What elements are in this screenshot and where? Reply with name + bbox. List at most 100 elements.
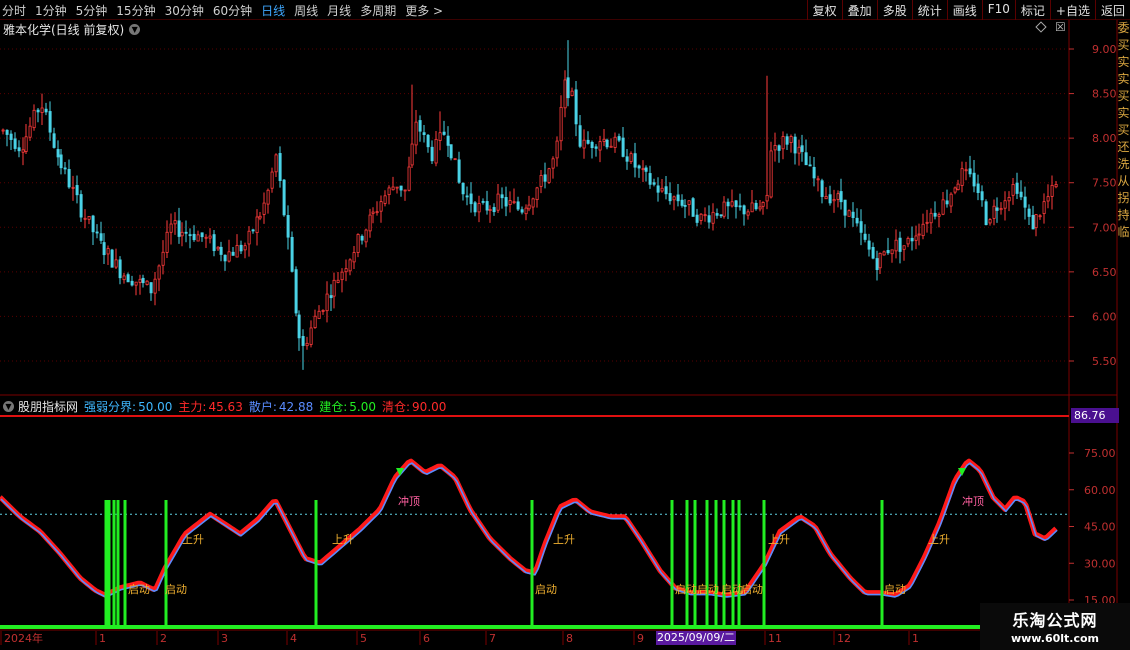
candle-body — [410, 143, 414, 166]
indicator-tick-label: 30.00 — [1084, 557, 1116, 570]
candle-body — [578, 125, 582, 147]
candle-body — [481, 201, 485, 203]
candle-body — [797, 146, 801, 154]
candle-body — [477, 203, 481, 213]
indicator-tick-label: 60.00 — [1084, 484, 1116, 497]
candle-body — [95, 231, 99, 234]
candle-body — [875, 258, 879, 270]
signal-label: 启动 — [741, 583, 763, 596]
candle-body — [929, 212, 933, 224]
candle-body — [348, 259, 352, 272]
candle-body — [804, 152, 808, 166]
signal-label: 上升 — [182, 533, 204, 546]
candle-body — [216, 246, 220, 250]
candle-body — [1003, 200, 1007, 209]
date-label: 11 — [768, 632, 782, 645]
side-strip-char: 拐 — [1117, 191, 1130, 205]
candle-body — [67, 169, 71, 188]
candle-body — [629, 153, 633, 162]
candle-body — [28, 125, 32, 138]
candle-body — [200, 232, 204, 238]
candle-body — [867, 240, 871, 250]
candle-body — [130, 280, 134, 286]
candle-body — [438, 132, 442, 141]
candle-body — [87, 215, 91, 220]
signal-label: 启动 — [884, 583, 906, 596]
date-label: 2024年 — [4, 631, 43, 645]
candle-body — [368, 214, 372, 232]
candle-body — [430, 146, 434, 162]
candle-body — [836, 193, 840, 200]
candle-body — [138, 278, 142, 283]
candle-body — [161, 251, 165, 266]
candle-body — [485, 201, 489, 211]
watermark-title: 乐淘公式网 — [1012, 611, 1098, 630]
candle-body — [859, 221, 863, 233]
candle-body — [356, 234, 360, 253]
candle-body — [91, 215, 95, 233]
candle-body — [9, 133, 13, 140]
candle-body — [1046, 196, 1050, 202]
candle-body — [118, 259, 122, 279]
candle-body — [457, 159, 461, 183]
candle-body — [1011, 183, 1015, 196]
date-label: 7 — [489, 632, 496, 645]
candle-body — [793, 136, 797, 154]
candle-body — [446, 135, 450, 146]
candle-body — [266, 189, 270, 205]
candle-body — [812, 166, 816, 179]
candle-body — [839, 191, 843, 203]
candle-body — [711, 211, 715, 224]
candle-body — [1007, 196, 1011, 202]
candle-body — [691, 198, 695, 217]
candle-body — [847, 210, 851, 217]
candle-body — [325, 293, 329, 312]
candle-body — [196, 234, 200, 242]
candle-body — [785, 136, 789, 145]
side-info-strip: 委买实实买实买还洗从拐持临 — [1117, 20, 1130, 400]
candle-body — [964, 169, 968, 172]
candle-body — [800, 145, 804, 152]
candle-body — [1034, 214, 1038, 229]
candle-body — [79, 194, 83, 218]
signal-label: 启动 — [675, 583, 697, 596]
signal-label: 启动 — [721, 583, 743, 596]
candle-body — [469, 193, 473, 205]
candle-body — [473, 202, 477, 213]
candle-body — [789, 136, 793, 143]
candle-body — [512, 201, 516, 204]
price-chart[interactable]: 9.00 8.50 8.00 7.50 7.00 6.50 6.00 5.50 75.00 60.… — [0, 0, 1130, 650]
candle-body — [609, 145, 613, 148]
side-strip-char: 实 — [1117, 72, 1130, 86]
candle-body — [1054, 184, 1058, 188]
candle-body — [243, 245, 247, 251]
candle-body — [687, 200, 691, 205]
signal-label: 上升 — [768, 533, 790, 546]
side-strip-char: 实 — [1117, 55, 1130, 69]
candle-body — [336, 279, 340, 283]
candle-body — [878, 252, 882, 269]
candle-body — [742, 205, 746, 215]
candle-body — [664, 186, 668, 195]
candle-body — [274, 154, 278, 173]
candle-body — [134, 281, 138, 286]
candle-body — [746, 211, 750, 216]
candle-body — [83, 217, 87, 220]
indicator-level-box: 86.76 — [1071, 408, 1119, 423]
side-strip-char: 买 — [1117, 123, 1130, 137]
candle-body — [500, 194, 504, 199]
candle-body — [598, 141, 602, 151]
candle-body — [945, 200, 949, 205]
candle-body — [426, 134, 430, 148]
candle-body — [149, 282, 153, 294]
candle-body — [282, 179, 286, 216]
candle-body — [157, 265, 161, 280]
date-label: 3 — [221, 632, 228, 645]
candle-body — [403, 189, 407, 192]
candle-body — [235, 245, 239, 258]
candle-body — [1050, 184, 1054, 197]
candle-body — [321, 309, 325, 312]
price-tick-label: 7.00 — [1092, 221, 1117, 234]
candle-body — [395, 186, 399, 189]
candle-body — [165, 231, 169, 253]
